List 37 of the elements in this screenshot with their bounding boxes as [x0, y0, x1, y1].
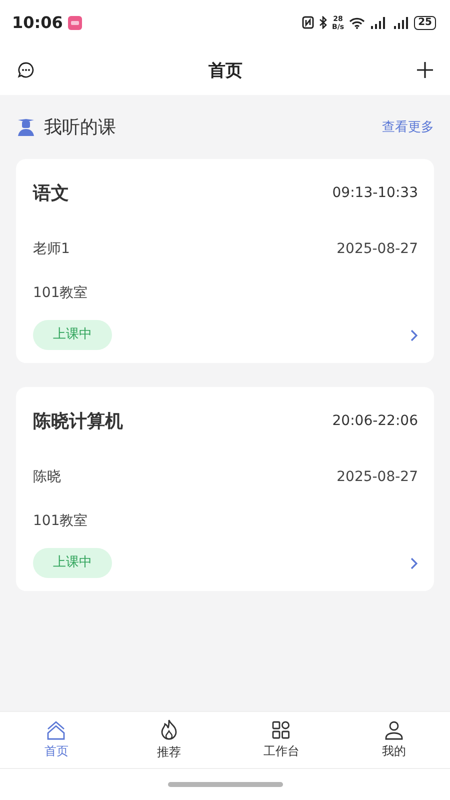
teacher-name: 陈晓 [33, 468, 61, 486]
person-icon [384, 720, 404, 740]
course-name: 语文 [33, 182, 69, 205]
view-more-link[interactable]: 查看更多 [382, 118, 434, 136]
teacher-icon [16, 117, 36, 137]
wifi-icon [349, 16, 366, 28]
status-tag: 上课中 [33, 548, 112, 578]
battery-indicator: 25 [414, 16, 436, 30]
bluetooth-icon [319, 16, 328, 29]
classroom: 101教室 [33, 284, 88, 302]
tab-bar-item[interactable]: 首页 [0, 712, 112, 768]
plus-icon[interactable] [416, 61, 434, 79]
chevron-right-icon[interactable] [410, 328, 418, 342]
grid-icon [271, 720, 292, 740]
course-date: 2025-08-27 [336, 241, 418, 257]
status-tag: 上课中 [33, 320, 112, 350]
course-time: 09:13-10:33 [332, 185, 418, 201]
page-title: 首页 [208, 60, 242, 82]
classroom: 101教室 [33, 512, 88, 530]
flame-icon [158, 719, 179, 741]
course-time: 20:06-22:06 [332, 413, 418, 429]
signal-icon [393, 16, 410, 28]
teacher-name: 老师1 [33, 240, 70, 258]
course-date: 2025-08-27 [336, 469, 418, 485]
app-notification-icon [68, 16, 82, 30]
course-name: 陈晓计算机 [33, 410, 123, 433]
chat-bubble-icon[interactable] [17, 61, 35, 79]
course-card[interactable]: 陈晓计算机 20:06-22:06 陈晓 2025-08-27 101教室 上课中 [16, 387, 434, 591]
tab-bar-item[interactable]: 推荐 [112, 712, 225, 768]
section-title: 我听的课 [44, 116, 116, 139]
chevron-right-icon[interactable] [410, 556, 418, 570]
tab-bar-item[interactable]: 我的 [338, 712, 450, 768]
status-time: 10:06 [12, 13, 63, 32]
nfc-icon [302, 16, 314, 29]
tab-bar-item[interactable]: 工作台 [225, 712, 338, 768]
home-icon [46, 720, 66, 740]
course-card[interactable]: 语文 09:13-10:33 老师1 2025-08-27 101教室 上课中 [16, 159, 434, 363]
